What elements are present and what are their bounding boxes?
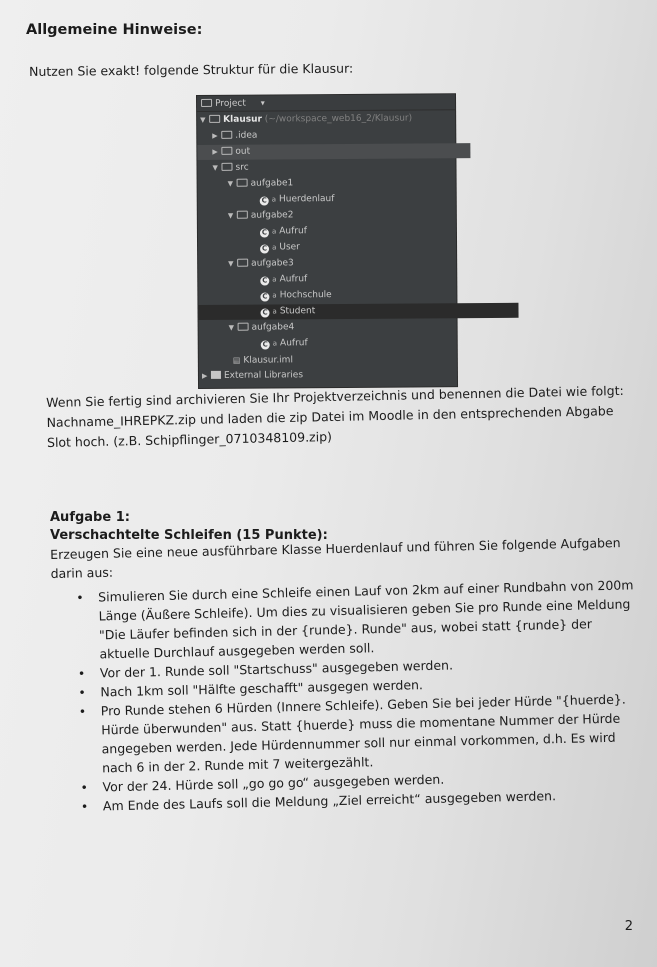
lock-icon: a [272, 275, 277, 284]
class-icon: C [260, 340, 270, 350]
root-path: (~/workspace_web16_2/Klausur) [264, 113, 413, 125]
libraries-label: External Libraries [223, 370, 304, 381]
folder-icon [221, 130, 233, 139]
bullet-icon: • [80, 798, 89, 814]
project-icon [201, 98, 213, 107]
class-label: Aufruf [279, 338, 308, 349]
intro-text: Nutzen Sie exakt! folgende Struktur für … [29, 60, 354, 79]
class-icon: C [259, 228, 269, 238]
tree-item-root: ▼ Klausur (~/workspace_web16_2/Klausur) [197, 111, 458, 128]
folder-icon [209, 114, 221, 123]
package-label: aufgabe3 [251, 258, 294, 269]
list-item: • Pro Runde stehen 6 Hürden (Innere Schl… [77, 689, 638, 778]
module-file-icon: ▤ [232, 355, 241, 365]
package-label: aufgabe2 [250, 210, 294, 221]
bullet-icon: • [77, 665, 86, 681]
folder-label: .idea [235, 130, 258, 141]
lock-icon: a [272, 243, 277, 252]
package-icon [236, 178, 248, 187]
tree-item-aufruf: Ca Aufruf [198, 271, 518, 288]
class-icon: C [260, 276, 270, 286]
lock-icon: a [272, 291, 277, 300]
page-number: 2 [624, 919, 633, 934]
dropdown-arrow-icon: ▾ [260, 98, 265, 108]
collapse-arrow-icon: ▶ [201, 371, 208, 380]
bullet-icon: • [78, 684, 86, 700]
package-label: aufgabe1 [250, 178, 294, 189]
expand-arrow-icon: ▼ [200, 115, 206, 124]
project-tree-screenshot: Project ▾ ▼ Klausur (~/workspace_web16_2/… [197, 94, 519, 388]
expand-arrow-icon: ▼ [228, 259, 234, 268]
package-label: aufgabe4 [251, 322, 295, 333]
class-icon: C [259, 196, 269, 206]
tree-item-klausur-iml: ▤ Klausur.iml [199, 351, 491, 368]
task-list: • Simulieren Sie durch eine Schleife ein… [74, 575, 638, 816]
list-item: • Simulieren Sie durch eine Schleife ein… [74, 575, 635, 664]
folder-label: out [235, 146, 251, 157]
tree-item-aufruf: Ca Aufruf [199, 335, 519, 352]
class-label: Aufruf [279, 274, 308, 285]
class-icon: C [260, 292, 270, 302]
class-label: Aufruf [279, 226, 307, 237]
tree-item-student: Ca Student [198, 302, 519, 320]
lock-icon: a [271, 195, 277, 204]
lock-icon: a [272, 339, 278, 348]
expand-arrow-icon: ▼ [227, 179, 234, 188]
package-icon [237, 258, 249, 267]
tree-item-aufruf: Ca Aufruf [198, 223, 518, 240]
document-page: Allgemeine Hinweise: Nutzen Sie exakt! f… [0, 0, 657, 967]
root-label: Klausur [223, 114, 262, 125]
class-label: Huerdenlauf [278, 194, 335, 205]
project-panel-header: Project ▾ [197, 94, 456, 112]
tree-item-src: ▼ src [197, 159, 470, 176]
lock-icon: a [272, 307, 277, 316]
tree-item-hochschule: Ca Hochschule [198, 287, 518, 304]
package-icon [236, 210, 248, 219]
tree-item-huerdenlauf: Ca Huerdenlauf [198, 191, 518, 208]
expand-arrow-icon: ▼ [227, 211, 234, 220]
file-label: Klausur.iml [243, 355, 293, 366]
expand-arrow-icon: ▼ [212, 163, 218, 172]
class-label: Hochschule [279, 290, 332, 301]
tree-item-aufgabe1: ▼ aufgabe1 [198, 175, 486, 192]
tree-item-aufgabe3: ▼ aufgabe3 [198, 255, 486, 272]
folder-icon [221, 146, 233, 155]
folder-icon [221, 162, 233, 171]
expand-arrow-icon: ▼ [228, 323, 235, 332]
collapse-arrow-icon: ▶ [212, 147, 218, 156]
class-icon: C [260, 244, 270, 254]
tree-item-out: ▶ out [197, 143, 471, 160]
tree-item-user: Ca User [198, 239, 518, 256]
project-label: Project [215, 98, 246, 109]
tree-item-idea: ▶ .idea [197, 127, 470, 144]
section-heading: Allgemeine Hinweise: [26, 22, 203, 38]
tree-item-aufgabe2: ▼ aufgabe2 [198, 207, 486, 224]
bullet-icon: • [80, 779, 89, 795]
library-icon [210, 370, 221, 379]
tree-item-external-libraries: ▶ External Libraries [199, 367, 460, 384]
tree-item-aufgabe4: ▼ aufgabe4 [199, 319, 487, 336]
package-icon [237, 322, 249, 331]
submission-instructions: Wenn Sie fertig sind archivieren Sie Ihr… [46, 381, 625, 453]
bullet-icon: • [76, 589, 84, 605]
collapse-arrow-icon: ▶ [212, 131, 218, 140]
class-label: Student [279, 306, 316, 317]
task-title: Aufgabe 1: [50, 510, 130, 525]
class-icon: C [260, 308, 270, 318]
folder-label: src [235, 162, 249, 173]
class-label: User [279, 242, 300, 253]
bullet-icon: • [78, 703, 87, 719]
lock-icon: a [271, 227, 277, 236]
